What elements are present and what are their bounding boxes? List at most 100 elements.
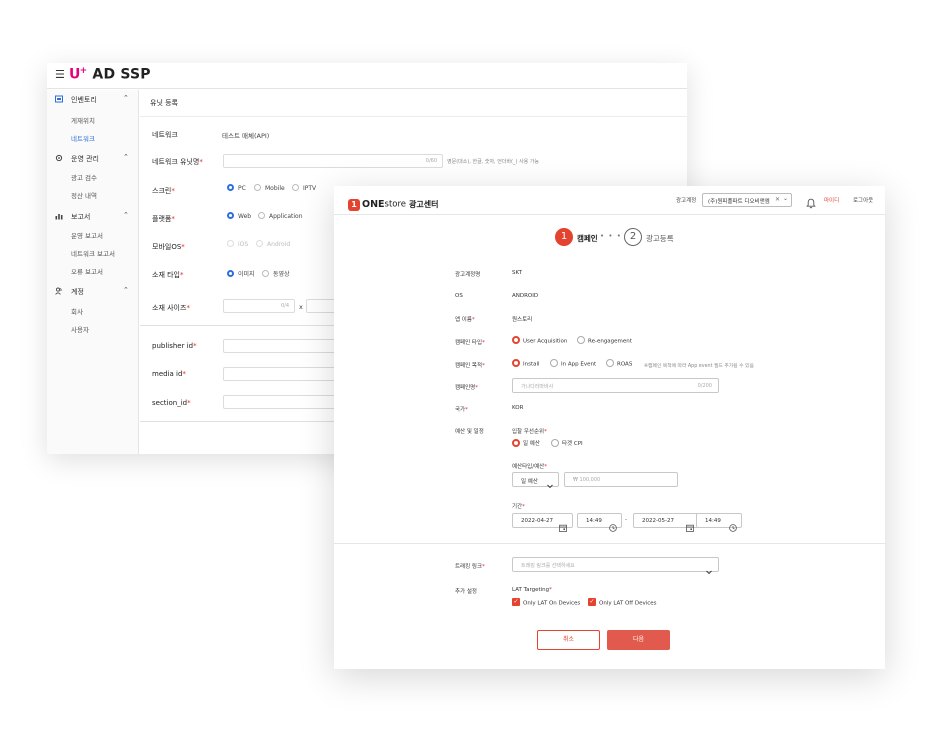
- chevron-up-icon: ⌃: [123, 94, 129, 102]
- calendar-icon[interactable]: [559, 517, 567, 536]
- end-date-input[interactable]: 2022-05-27: [633, 513, 700, 532]
- campaign-type-radio-reengagement[interactable]: Re-engagement: [577, 336, 632, 346]
- radio-label: 일 예산: [523, 441, 540, 447]
- chevron-down-icon: ⌄: [783, 195, 789, 202]
- app-name-label-text: 앱 이름: [455, 317, 472, 323]
- screen-radio-mobile[interactable]: Mobile: [254, 184, 285, 195]
- radio-dot: [227, 212, 234, 219]
- tracking-link-placeholder: 트래킹 링크를 선택하세요: [521, 563, 575, 569]
- sidebar-item-error-report[interactable]: 오류 보고서: [71, 266, 103, 276]
- onestore-logo[interactable]: 1 ONEstore 광고센터: [348, 194, 438, 211]
- radio-label: ROAS: [617, 361, 633, 368]
- required-mark: *: [171, 187, 175, 195]
- creative-width-input[interactable]: 0/4: [223, 299, 295, 313]
- tracking-link-label: 트래킹 링크*: [455, 562, 485, 570]
- mypage-link[interactable]: 마이디: [824, 196, 839, 204]
- chevron-down-icon: [546, 475, 554, 494]
- clock-icon[interactable]: [729, 517, 737, 536]
- sidebar-item-settlement[interactable]: 정산 내역: [71, 190, 97, 200]
- required-mark: *: [482, 340, 485, 346]
- budget-type-label-text: 예산타입/예산: [512, 464, 545, 470]
- campaign-name-input[interactable]: 가나다라마바사 0/200: [512, 378, 719, 393]
- chevron-up-icon: ⌃: [123, 153, 129, 161]
- section-divider: [334, 543, 885, 544]
- budget-amount-input[interactable]: ₩ 100,000: [564, 472, 678, 487]
- sidebar-item-ad-review[interactable]: 광고 검수: [71, 172, 97, 182]
- page-title: 유닛 등록: [150, 99, 178, 107]
- sidebar-item-user[interactable]: 사용자: [71, 324, 89, 334]
- sidebar-section-operations[interactable]: 운영 관리 ⌃: [47, 152, 139, 168]
- uad-ssp-logo[interactable]: U+ AD SSP: [69, 66, 151, 83]
- sidebar-item-ops-report[interactable]: 운영 보고서: [71, 230, 103, 240]
- lat-off-checkbox[interactable]: ✓ Only LAT Off Devices: [588, 598, 657, 608]
- logout-link[interactable]: 로그아웃: [853, 196, 873, 204]
- clock-icon[interactable]: [609, 517, 617, 536]
- radio-dot: [577, 336, 585, 344]
- next-button[interactable]: 다음: [607, 630, 670, 650]
- media-id-label: media id*: [152, 370, 186, 378]
- budget-type-value: 일 예산: [521, 479, 538, 485]
- media-id-input[interactable]: [223, 367, 343, 381]
- sidebar-item-network-report[interactable]: 네트워크 보고서: [71, 248, 115, 258]
- campaign-type-label-text: 캠페인 타입: [455, 340, 483, 346]
- lat-on-checkbox[interactable]: ✓ Only LAT On Devices: [512, 598, 580, 608]
- creative-type-radio-video[interactable]: 동영상: [262, 269, 290, 279]
- required-mark: *: [544, 464, 547, 470]
- end-time-input[interactable]: 14:49: [696, 513, 742, 532]
- menu-icon[interactable]: ☰: [55, 68, 65, 81]
- publisher-id-input[interactable]: [223, 339, 343, 353]
- campaign-name-label-text: 캠페인명: [455, 385, 476, 391]
- mobile-os-radio-ios[interactable]: iOS: [227, 240, 248, 251]
- mobile-os-radio-android[interactable]: Android: [256, 240, 290, 251]
- section-id-input[interactable]: [223, 395, 343, 409]
- creative-type-radio-image[interactable]: 이미지: [227, 269, 255, 279]
- sidebar-section-report[interactable]: 보고서 ⌃: [47, 210, 139, 226]
- title-divider: [140, 116, 687, 117]
- budget-type-select[interactable]: 일 예산: [512, 472, 559, 489]
- campaign-name-counter: 0/200: [697, 383, 712, 389]
- sidebar-section-account[interactable]: 계정 ⌃: [47, 285, 139, 301]
- screen-radio-pc[interactable]: PC: [227, 184, 246, 195]
- start-date-input[interactable]: 2022-04-27: [512, 513, 573, 532]
- end-time-value: 14:49: [705, 518, 721, 524]
- unit-name-label-text: 네트워크 유닛명: [152, 158, 200, 166]
- chart-icon: [55, 212, 63, 220]
- priority-radio-target-cpi[interactable]: 타겟 CPI: [551, 438, 583, 448]
- calendar-icon[interactable]: [686, 517, 694, 536]
- sidebar-item-company[interactable]: 회사: [71, 306, 83, 316]
- country-label-text: 국가: [455, 407, 466, 413]
- chevron-up-icon: ⌃: [123, 211, 129, 219]
- clear-icon[interactable]: ✕: [775, 196, 780, 203]
- sidebar-item-network[interactable]: 네트워크: [71, 133, 95, 143]
- campaign-goal-radio-roas[interactable]: ROAS: [606, 359, 633, 369]
- country-value: KOR: [512, 405, 524, 411]
- radio-label: PC: [238, 185, 246, 192]
- platform-radio-web[interactable]: Web: [227, 212, 251, 223]
- publisher-id-label-text: publisher id: [152, 342, 194, 350]
- tracking-link-select[interactable]: 트래킹 링크를 선택하세요: [512, 557, 719, 575]
- size-separator: x: [299, 303, 303, 311]
- required-mark: *: [182, 370, 186, 378]
- screen-radio-iptv[interactable]: IPTV: [292, 184, 316, 195]
- app-name-label: 앱 이름*: [455, 315, 475, 323]
- bell-icon[interactable]: [806, 194, 816, 213]
- ssp-topbar: ☰ U+ AD SSP: [47, 63, 687, 89]
- unit-name-input[interactable]: 0/60: [223, 154, 443, 168]
- gear-icon: [55, 154, 63, 162]
- unit-name-counter: 0/60: [425, 158, 437, 164]
- sidebar-section-label: 계정: [71, 288, 84, 296]
- radio-dot: [606, 359, 614, 367]
- budget-type-label: 예산타입/예산*: [512, 462, 547, 470]
- campaign-type-radio-ua[interactable]: User Acquisition: [512, 336, 567, 346]
- step-2-circle: 2: [624, 228, 642, 246]
- start-time-input[interactable]: 14:49: [577, 513, 622, 532]
- sidebar-section-inventory[interactable]: 인벤토리 ⌃: [47, 93, 139, 109]
- account-select[interactable]: (주)원피플파트 디오비앤엠 ✕ ⌄: [702, 193, 792, 207]
- campaign-goal-radio-install[interactable]: Install: [512, 359, 540, 369]
- sidebar-item-placement[interactable]: 게재위치: [71, 115, 95, 125]
- cancel-button[interactable]: 취소: [537, 630, 600, 650]
- platform-radio-application[interactable]: Application: [258, 212, 303, 223]
- priority-radio-daily-budget[interactable]: 일 예산: [512, 438, 540, 448]
- sidebar-section-label: 보고서: [71, 213, 91, 221]
- campaign-goal-radio-in-app-event[interactable]: In App Event: [550, 359, 596, 369]
